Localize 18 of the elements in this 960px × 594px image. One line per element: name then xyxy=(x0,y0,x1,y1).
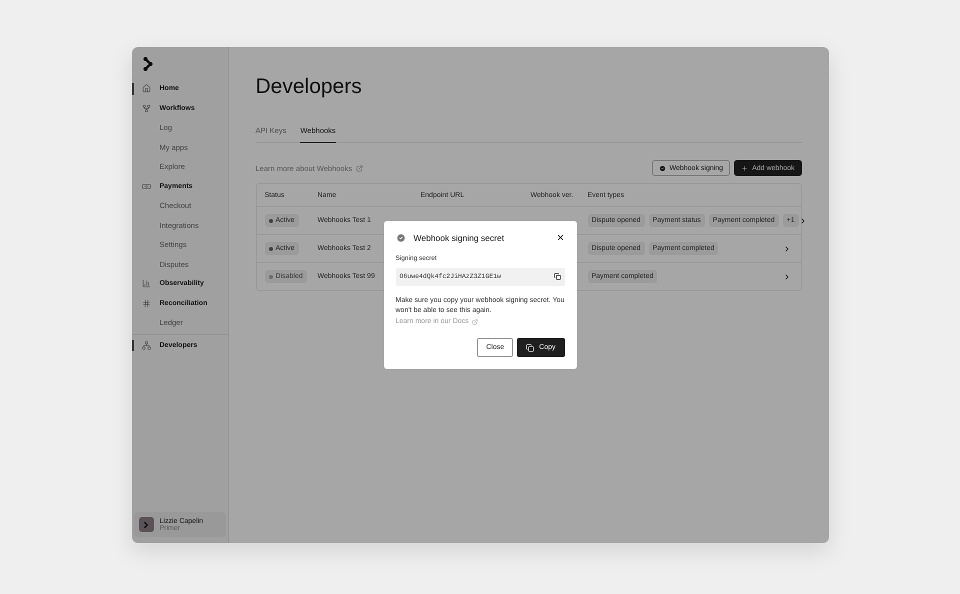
copy-icon xyxy=(526,344,534,352)
branch-icon xyxy=(142,104,150,113)
dialog-title: Webhook signing secret xyxy=(414,232,506,243)
external-link-icon xyxy=(472,318,478,325)
copy-icon[interactable] xyxy=(554,273,560,280)
check-circle-icon xyxy=(396,232,406,243)
home-icon xyxy=(142,84,150,94)
avatar xyxy=(138,517,154,532)
external-link-icon xyxy=(356,164,364,172)
close-icon[interactable] xyxy=(556,233,564,242)
page-title: Developers xyxy=(256,75,363,99)
banknote-icon xyxy=(142,182,150,191)
network-icon xyxy=(142,340,150,350)
check-circle-icon xyxy=(658,164,666,172)
hash-icon xyxy=(142,298,150,308)
plus-icon xyxy=(741,164,748,172)
logo-icon xyxy=(142,57,152,71)
bar-chart-icon xyxy=(142,279,150,288)
